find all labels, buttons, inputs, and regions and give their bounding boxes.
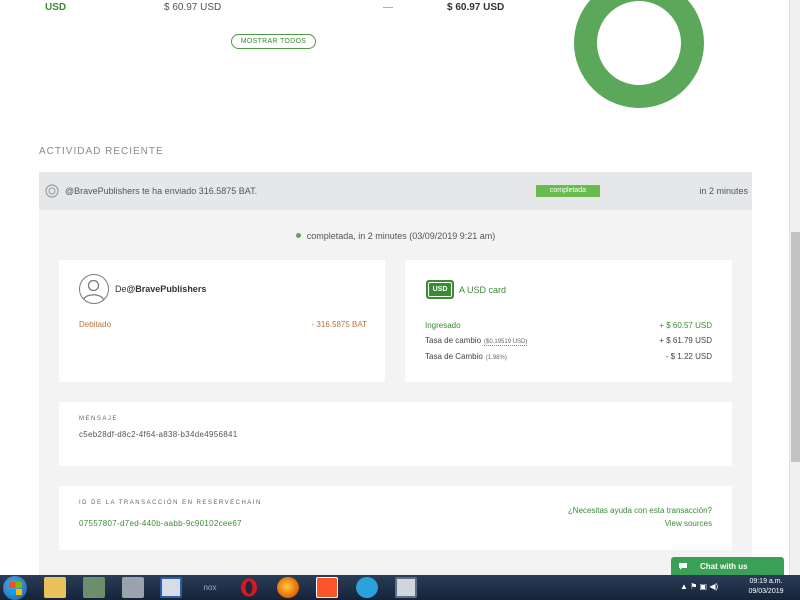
debit-label: Debitado (79, 320, 112, 329)
show-all-button[interactable]: MOSTRAR TODOS (231, 34, 316, 49)
opera-icon[interactable] (238, 577, 260, 598)
usd-card-icon: USD (426, 280, 454, 299)
section-title: ACTIVIDAD RECIENTE (39, 146, 164, 157)
sender-card: De@BravePublishers Debitado - 316.5875 B… (59, 260, 385, 382)
message-label: MENSAJE (79, 416, 118, 422)
status-dot-icon (295, 233, 301, 239)
vertical-scrollbar[interactable] (789, 0, 800, 575)
view-sources-link[interactable]: View sources (665, 519, 712, 528)
activity-time: in 2 minutes (699, 186, 748, 196)
currency-change: — (383, 2, 393, 13)
sender-name: @BravePublishers (126, 284, 207, 294)
calculator-icon[interactable] (395, 577, 417, 598)
sender-prefix: De (115, 284, 127, 294)
help-link[interactable]: ¿Necesitas ayuda con esta transacción? (568, 506, 712, 515)
row-value: - $ 1.22 USD (665, 352, 712, 361)
row-value: + $ 61.79 USD (659, 336, 712, 345)
firefox-icon[interactable] (277, 577, 299, 598)
sender-label: De@BravePublishers (115, 284, 206, 294)
chat-bubble-icon (679, 563, 687, 570)
system-tray[interactable]: ▲ ⚑ ▣ ◀) (680, 582, 718, 591)
avatar (79, 274, 109, 304)
chat-with-us-button[interactable]: Chat with us (671, 557, 784, 576)
network-app-icon[interactable] (83, 577, 105, 598)
activity-row[interactable]: @BravePublishers te ha enviado 316.5875 … (39, 172, 752, 210)
balance-summary-row: USD $ 60.97 USD — $ 60.97 USD (0, 2, 560, 18)
brave-icon[interactable] (316, 577, 338, 598)
row-label: Tasa de Cambio (425, 352, 483, 361)
balance-donut-chart (574, 0, 704, 108)
user-icon (82, 279, 105, 301)
snipping-tool-icon[interactable] (122, 577, 144, 598)
file-explorer-icon[interactable] (44, 577, 66, 598)
recipient-card: USD A USD card Ingresado + $ 60.57 USD T… (405, 260, 732, 382)
currency-label: USD (45, 2, 67, 13)
windows-start-icon[interactable] (3, 576, 27, 600)
row-label: Ingresado (425, 321, 461, 330)
status-line: completada, in 2 minutes (03/09/2019 9:2… (39, 231, 752, 241)
code-app-icon[interactable] (160, 577, 182, 598)
debit-value: - 316.5875 BAT (311, 320, 367, 329)
row-label: Tasa de cambio (425, 336, 482, 345)
chat-label: Chat with us (700, 562, 748, 571)
currency-total: $ 60.97 USD (447, 2, 505, 13)
clock-date: 09/03/2019 (748, 588, 784, 595)
clock-time: 09:19 a.m. (749, 578, 783, 585)
message-value: c5eb28df-d8c2-4f64-a838-b34de4956841 (79, 430, 238, 439)
scrollbar-thumb[interactable] (791, 232, 800, 462)
usd-card-icon-label: USD (428, 282, 452, 297)
windows-taskbar: nox ▲ ⚑ ▣ ◀) 09:19 a.m. 09/03/2019 (0, 575, 800, 600)
recipient-label: A USD card (459, 285, 507, 295)
status-text: completada, in 2 minutes (03/09/2019 9:2… (306, 231, 496, 241)
message-card: MENSAJE c5eb28df-d8c2-4f64-a838-b34de495… (59, 402, 732, 466)
row-value: + $ 60.57 USD (659, 321, 712, 330)
exchange-rate-detail[interactable]: ($0.19519 USD) (484, 339, 528, 346)
transaction-card: ID DE LA TRANSACCIÓN EN RESERVECHAIN 075… (59, 486, 732, 550)
status-badge: completada (536, 185, 600, 197)
taskbar-clock[interactable]: 09:19 a.m. 09/03/2019 (742, 577, 790, 597)
currency-amount: $ 60.97 USD (164, 2, 222, 13)
activity-description: @BravePublishers te ha enviado 316.5875 … (65, 186, 258, 196)
nox-app-icon[interactable]: nox (199, 577, 221, 598)
fee-percent: (1.98%) (485, 355, 507, 361)
activity-detail-panel: completada, in 2 minutes (03/09/2019 9:2… (39, 210, 752, 580)
telegram-icon[interactable] (356, 577, 378, 598)
transaction-id-link[interactable]: 07557807-d7ed-440b-aabb-9c90102cee67 (79, 519, 242, 528)
transaction-id-label: ID DE LA TRANSACCIÓN EN RESERVECHAIN (79, 500, 262, 506)
brave-rewards-icon (45, 184, 59, 198)
